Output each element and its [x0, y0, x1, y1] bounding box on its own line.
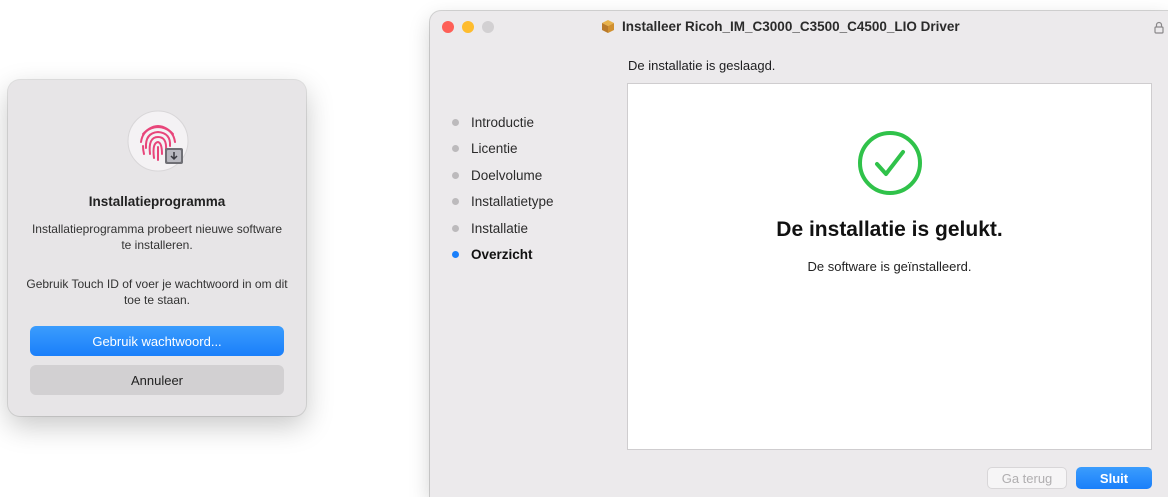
step-label: Doelvolume	[471, 167, 543, 183]
go-back-button[interactable]: Ga terug	[987, 467, 1067, 489]
step-licentie: Licentie	[452, 136, 554, 163]
result-message: De software is geïnstalleerd.	[807, 259, 972, 274]
package-icon	[602, 20, 614, 33]
installer-window: Installeer Ricoh_IM_C3000_C3500_C4500_LI…	[430, 11, 1168, 497]
lock-icon[interactable]	[1154, 21, 1164, 34]
zoom-window-button	[482, 21, 494, 33]
cancel-button[interactable]: Annuleer	[30, 365, 284, 395]
window-title: Installeer Ricoh_IM_C3000_C3500_C4500_LI…	[600, 18, 960, 34]
title-bar: Installeer Ricoh_IM_C3000_C3500_C4500_LI…	[430, 11, 1168, 43]
step-label: Overzicht	[471, 247, 533, 263]
result-heading: De installatie is gelukt.	[776, 218, 1003, 241]
step-label: Introductie	[471, 114, 535, 130]
minimize-window-button[interactable]	[462, 21, 474, 33]
content-pane: De installatie is gelukt. De software is…	[627, 83, 1152, 450]
auth-dialog-message: Installatieprogramma probeert nieuwe sof…	[31, 222, 283, 252]
step-bullet-icon	[452, 224, 459, 232]
step-label: Installatietype	[471, 194, 554, 210]
touch-id-fingerprint-icon	[127, 110, 189, 172]
step-bullet-icon	[452, 118, 459, 126]
step-bullet-icon	[452, 198, 459, 206]
use-password-button[interactable]: Gebruik wachtwoord...	[30, 326, 284, 356]
auth-dialog-title: Installatieprogramma	[88, 194, 226, 209]
step-introductie: Introductie	[452, 109, 554, 136]
checkmark-circle-icon	[858, 131, 922, 195]
step-label: Licentie	[471, 141, 518, 157]
step-installatie: Installatie	[452, 215, 554, 242]
close-button[interactable]: Sluit	[1076, 467, 1152, 489]
window-title-text: Installeer Ricoh_IM_C3000_C3500_C4500_LI…	[622, 18, 960, 34]
step-doelvolume: Doelvolume	[452, 162, 554, 189]
step-bullet-icon	[452, 171, 459, 179]
step-label: Installatie	[471, 220, 529, 236]
step-bullet-icon	[452, 251, 459, 259]
auth-dialog-touch-id-prompt: Gebruik Touch ID of voer je wachtwoord i…	[26, 277, 288, 307]
close-window-button[interactable]	[442, 21, 454, 33]
status-line: De installatie is geslaagd.	[628, 58, 776, 73]
installation-steps: Introductie Licentie Doelvolume Installa…	[452, 109, 554, 268]
authorization-dialog: Installatieprogramma Installatieprogramm…	[8, 80, 306, 416]
step-overzicht: Overzicht	[452, 242, 554, 269]
step-installatietype: Installatietype	[452, 189, 554, 216]
step-bullet-icon	[452, 145, 459, 153]
